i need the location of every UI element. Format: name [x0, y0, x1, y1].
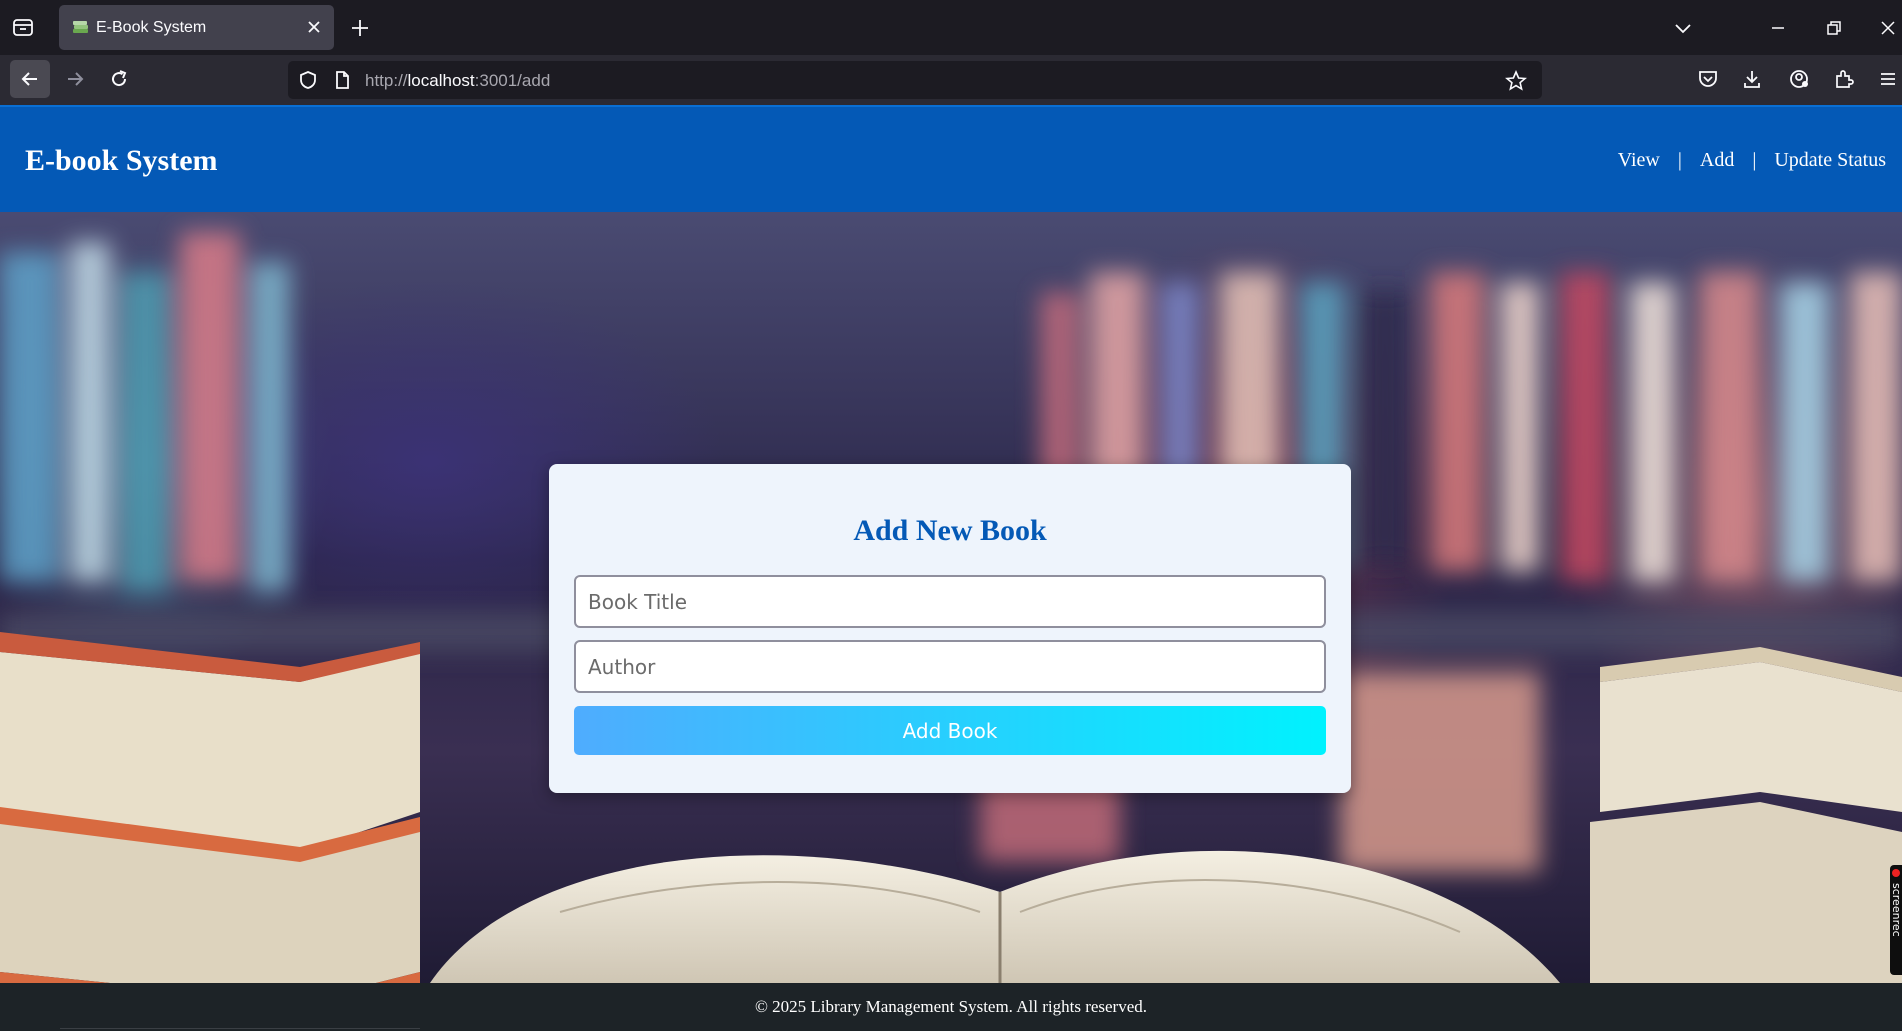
page-viewport: E-book System View | Add | Update Status: [0, 105, 1902, 1031]
add-book-button[interactable]: Add Book: [574, 706, 1326, 755]
record-dot-icon: [1892, 869, 1900, 877]
menu-hamburger-icon[interactable]: [1877, 68, 1901, 92]
url-path: :3001/add: [474, 71, 551, 90]
minimize-icon[interactable]: [1766, 16, 1790, 40]
nav-link-update-status[interactable]: Update Status: [1774, 149, 1886, 172]
add-book-card: Add New Book Add Book: [549, 464, 1351, 793]
books-favicon-icon: [71, 18, 91, 38]
tab-title: E-Book System: [96, 19, 207, 36]
browser-toolbar: http://localhost:3001/add: [0, 55, 1902, 105]
close-tab-icon[interactable]: [304, 17, 324, 37]
browser-tab-active[interactable]: E-Book System: [59, 5, 334, 50]
site-brand[interactable]: E-book System: [25, 144, 218, 178]
account-icon[interactable]: [1788, 68, 1812, 92]
downloads-icon[interactable]: [1741, 68, 1765, 92]
pocket-icon[interactable]: [1697, 68, 1721, 92]
shield-icon[interactable]: [298, 70, 318, 90]
library-background: Add New Book Add Book: [0, 212, 1902, 983]
left-book-stack: [0, 632, 420, 983]
page-info-icon[interactable]: [332, 70, 352, 90]
right-book-stack: [1590, 647, 1902, 983]
screen-recorder-widget[interactable]: screenrec: [1890, 865, 1902, 975]
back-arrow-icon[interactable]: [10, 60, 50, 98]
reload-icon[interactable]: [99, 60, 139, 98]
site-header: E-book System View | Add | Update Status: [0, 105, 1902, 212]
nav-link-view[interactable]: View: [1618, 149, 1660, 172]
url-host: localhost: [407, 71, 475, 90]
url-bar[interactable]: http://localhost:3001/add: [288, 61, 1542, 99]
new-tab-icon[interactable]: [348, 16, 372, 40]
close-window-icon[interactable]: [1876, 16, 1900, 40]
url-text[interactable]: http://localhost:3001/add: [365, 71, 550, 91]
forward-arrow-icon[interactable]: [55, 60, 95, 98]
nav-link-add[interactable]: Add: [1700, 149, 1734, 172]
site-nav: View | Add | Update Status: [1618, 149, 1886, 172]
site-footer: © 2025 Library Management System. All ri…: [0, 983, 1902, 1031]
restore-icon[interactable]: [1822, 16, 1846, 40]
nav-separator: |: [1752, 149, 1757, 171]
url-prefix: http://: [365, 71, 408, 90]
form-heading: Add New Book: [853, 514, 1047, 547]
book-title-input[interactable]: [574, 575, 1326, 628]
browser-tab-strip: E-Book System: [0, 0, 1902, 55]
footer-copyright: © 2025 Library Management System. All ri…: [754, 997, 1148, 1016]
tab-list-icon[interactable]: [12, 16, 38, 40]
author-input[interactable]: [574, 640, 1326, 693]
footer-divider: [60, 1028, 420, 1029]
nav-separator: |: [1677, 149, 1682, 171]
extensions-puzzle-icon[interactable]: [1833, 68, 1857, 92]
bookmark-star-icon[interactable]: [1505, 69, 1527, 91]
tab-overflow-chevron-down-icon[interactable]: [1671, 16, 1695, 40]
recorder-label: screenrec: [1890, 883, 1902, 937]
